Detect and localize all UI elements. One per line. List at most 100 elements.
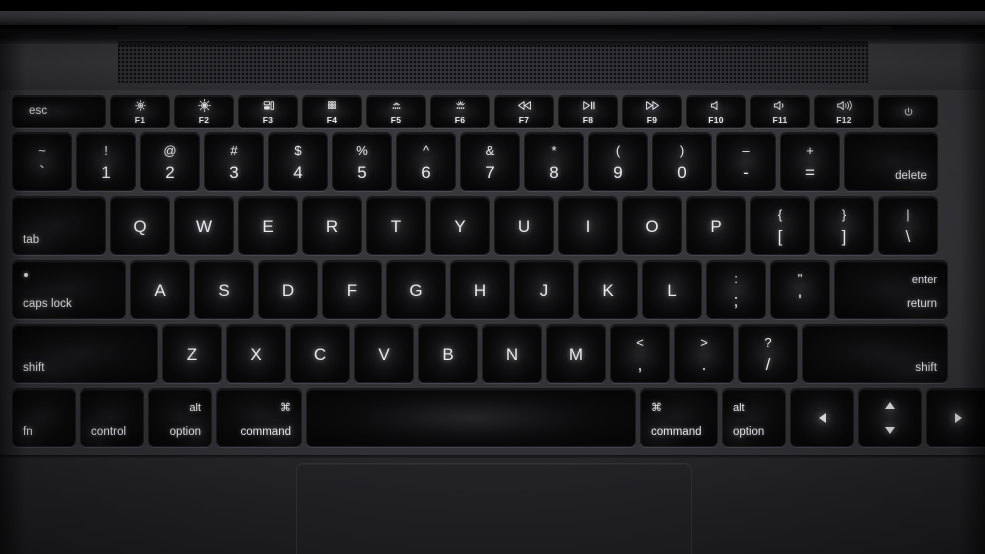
key-minus[interactable]: – - xyxy=(716,133,776,191)
key-period[interactable]: >. xyxy=(674,325,734,383)
key-control[interactable]: control xyxy=(80,389,144,447)
key-legend: C xyxy=(313,344,327,364)
key-digit-5[interactable]: % 5 xyxy=(332,133,392,191)
key-key-f[interactable]: F xyxy=(322,261,382,319)
key-digit-2[interactable]: @2 xyxy=(140,133,200,191)
key-power[interactable] xyxy=(878,96,938,128)
key-digit-8[interactable]: * 8 xyxy=(524,133,584,191)
key-backtick[interactable]: ~ ` xyxy=(12,133,72,191)
key-key-c[interactable]: C xyxy=(290,325,350,383)
key-key-s[interactable]: S xyxy=(194,261,254,319)
key-legend: A xyxy=(154,280,166,300)
key-legend: fn xyxy=(23,425,33,438)
key-equals[interactable]: + = xyxy=(780,133,840,191)
function-key-label: F2 xyxy=(198,115,210,125)
trackpad[interactable] xyxy=(296,463,692,554)
key-comma[interactable]: <, xyxy=(610,325,670,383)
key-digit-3[interactable]: #3 xyxy=(204,133,264,191)
key-f9[interactable]: F9 xyxy=(622,96,682,128)
key-key-q[interactable]: Q xyxy=(110,197,170,255)
key-legend: delete xyxy=(895,169,927,182)
key-f10[interactable]: F10 xyxy=(686,96,746,128)
key-key-t[interactable]: T xyxy=(366,197,426,255)
function-key-label: F11 xyxy=(772,115,788,125)
key-digit-0[interactable]: ) 0 xyxy=(652,133,712,191)
key-digit-9[interactable]: (9 xyxy=(588,133,648,191)
qwerty-row: tab Q W E R T Y U I O P{[}] | \ xyxy=(12,197,938,255)
key-command-right[interactable]: ⌘ command xyxy=(640,389,718,447)
key-key-z[interactable]: Z xyxy=(162,325,222,383)
key-digit-4[interactable]: $4 xyxy=(268,133,328,191)
key-backslash[interactable]: | \ xyxy=(878,197,938,255)
key-bracket-left[interactable]: {[ xyxy=(750,197,810,255)
key-legend-base: 4 xyxy=(293,162,303,182)
key-digit-6[interactable]: ^ 6 xyxy=(396,133,456,191)
key-bracket-right[interactable]: }] xyxy=(814,197,874,255)
key-key-v[interactable]: V xyxy=(354,325,414,383)
key-key-h[interactable]: H xyxy=(450,261,510,319)
key-key-k[interactable]: K xyxy=(578,261,638,319)
key-key-g[interactable]: G xyxy=(386,261,446,319)
key-legend-stack: alt option xyxy=(170,402,201,439)
key-digit-7[interactable]: & 7 xyxy=(460,133,520,191)
key-space[interactable] xyxy=(306,389,636,447)
key-legend-pair: {[ xyxy=(751,198,809,254)
key-key-j[interactable]: J xyxy=(514,261,574,319)
key-key-a[interactable]: A xyxy=(130,261,190,319)
key-return[interactable]: enter return xyxy=(834,261,948,319)
keyboard[interactable]: esc F1 F2 F3 F4 F5 F6 F7 F8 F9 F10 F11 F12 ~ `! 1 @2 #3 $4… xyxy=(0,90,985,458)
key-key-b[interactable]: B xyxy=(418,325,478,383)
key-option-left[interactable]: alt option xyxy=(148,389,212,447)
key-command-left[interactable]: ⌘ command xyxy=(216,389,302,447)
key-legend: E xyxy=(262,216,274,236)
key-key-l[interactable]: L xyxy=(642,261,702,319)
key-f2[interactable]: F2 xyxy=(174,96,234,128)
key-semicolon[interactable]: :; xyxy=(706,261,766,319)
key-f7[interactable]: F7 xyxy=(494,96,554,128)
key-digit-1[interactable]: ! 1 xyxy=(76,133,136,191)
key-f5[interactable]: F5 xyxy=(366,96,426,128)
key-shift-left[interactable]: shift xyxy=(12,325,158,383)
key-f12[interactable]: F12 xyxy=(814,96,874,128)
key-tab[interactable]: tab xyxy=(12,197,106,255)
key-key-o[interactable]: O xyxy=(622,197,682,255)
key-key-n[interactable]: N xyxy=(482,325,542,383)
key-option-right[interactable]: alt option xyxy=(722,389,786,447)
key-f4[interactable]: F4 xyxy=(302,96,362,128)
key-key-p[interactable]: P xyxy=(686,197,746,255)
function-key-label: F5 xyxy=(390,115,402,125)
key-delete[interactable]: delete xyxy=(844,133,938,191)
key-legend: M xyxy=(568,344,584,364)
key-key-r[interactable]: R xyxy=(302,197,362,255)
key-key-x[interactable]: X xyxy=(226,325,286,383)
key-quote[interactable]: " ' xyxy=(770,261,830,319)
key-f8[interactable]: F8 xyxy=(558,96,618,128)
key-f1[interactable]: F1 xyxy=(110,96,170,128)
key-legend-pair: >. xyxy=(675,326,733,382)
key-legend: W xyxy=(195,216,213,236)
key-key-m[interactable]: M xyxy=(546,325,606,383)
key-f6[interactable]: F6 xyxy=(430,96,490,128)
key-arrow-up-down[interactable] xyxy=(858,389,922,447)
key-caps-lock[interactable]: caps lock xyxy=(12,261,126,319)
key-key-d[interactable]: D xyxy=(258,261,318,319)
key-esc[interactable]: esc xyxy=(12,96,106,128)
key-fn[interactable]: fn xyxy=(12,389,76,447)
key-legend-pair: | \ xyxy=(879,198,937,254)
key-f3[interactable]: F3 xyxy=(238,96,298,128)
macbook-device: esc F1 F2 F3 F4 F5 F6 F7 F8 F9 F10 F11 F12 ~ `! 1 @2 #3 $4… xyxy=(0,0,985,554)
key-key-w[interactable]: W xyxy=(174,197,234,255)
key-key-i[interactable]: I xyxy=(558,197,618,255)
key-arrow-right[interactable] xyxy=(926,389,985,447)
key-slash[interactable]: ? / xyxy=(738,325,798,383)
key-arrow-left[interactable] xyxy=(790,389,854,447)
key-legend: control xyxy=(91,425,127,438)
key-legend: K xyxy=(602,280,614,300)
key-shift-right[interactable]: shift xyxy=(802,325,948,383)
key-f11[interactable]: F11 xyxy=(750,96,810,128)
key-legend: U xyxy=(517,216,531,236)
key-legend-pair: (9 xyxy=(589,134,647,190)
key-key-y[interactable]: Y xyxy=(430,197,490,255)
key-key-e[interactable]: E xyxy=(238,197,298,255)
key-key-u[interactable]: U xyxy=(494,197,554,255)
